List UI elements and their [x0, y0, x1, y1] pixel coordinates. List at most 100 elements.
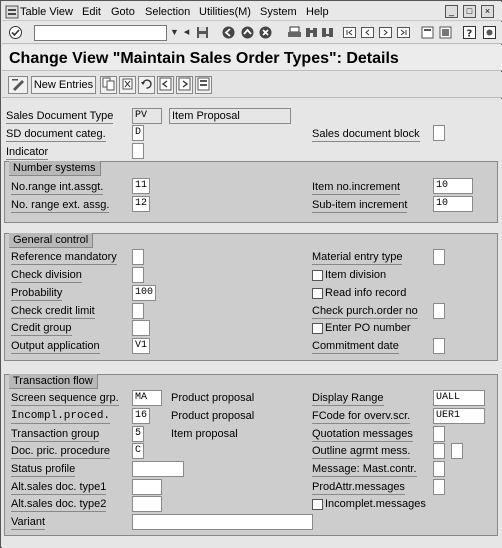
transaction-group-field[interactable]: 5 [132, 426, 144, 442]
menu-selection[interactable]: Selection [145, 6, 190, 18]
save-icon[interactable] [195, 25, 210, 40]
probability-label: Probability [11, 287, 63, 301]
sales-doc-block-label: Sales document block [312, 128, 420, 142]
material-entry-type-label: Material entry type [312, 251, 403, 265]
prodattr-messages-field[interactable] [433, 479, 445, 495]
output-application-field[interactable]: V1 [132, 338, 150, 354]
general-control-title: General control [9, 233, 94, 248]
incompl-proced-description: Product proposal [171, 410, 255, 422]
read-info-record-checkbox[interactable] [312, 288, 323, 299]
sub-item-increment-field[interactable]: 10 [433, 196, 473, 212]
ref-mandatory-field[interactable] [132, 249, 144, 265]
material-entry-type-field[interactable] [433, 249, 445, 265]
next-page-icon[interactable] [378, 25, 393, 40]
menu-help[interactable]: Help [306, 6, 329, 18]
maximize-icon[interactable]: □ [463, 5, 476, 18]
menu-table-view[interactable]: Table View [20, 6, 73, 18]
help-icon[interactable]: ? [462, 25, 477, 40]
item-division-label: Item division [325, 269, 387, 281]
history-icon[interactable]: ◂ [179, 25, 194, 40]
transaction-group-label: Transaction group [11, 428, 100, 442]
outline-agrmt-field-2[interactable] [451, 443, 463, 459]
check-credit-limit-field[interactable] [132, 303, 144, 319]
item-no-increment-field[interactable]: 10 [433, 178, 473, 194]
no-range-ext-field[interactable]: 12 [132, 196, 150, 212]
first-page-icon[interactable] [342, 25, 357, 40]
display-range-label: Display Range [312, 392, 384, 406]
output-application-label: Output application [11, 340, 100, 354]
last-page-icon[interactable] [396, 25, 411, 40]
sales-doc-block-field[interactable] [433, 125, 445, 141]
back-icon[interactable] [221, 25, 236, 40]
alt-sales-type2-field[interactable] [132, 496, 162, 512]
screen-title-bar: Change View "Maintain Sales Order Types"… [2, 45, 502, 71]
variant-field[interactable] [132, 514, 313, 530]
new-entries-button[interactable]: New Entries [31, 76, 96, 94]
doc-pric-procedure-label: Doc. pric. procedure [11, 445, 111, 459]
commitment-date-field[interactable] [433, 338, 445, 354]
indicator-field[interactable] [132, 143, 144, 159]
credit-group-field[interactable] [132, 320, 150, 336]
alt-sales-type1-field[interactable] [132, 479, 162, 495]
shortcut-icon[interactable] [438, 25, 453, 40]
incompl-proced-field[interactable]: 16 [132, 408, 150, 424]
transaction-group-description: Item proposal [171, 428, 238, 440]
undo-change-icon[interactable] [138, 76, 155, 94]
doc-pric-procedure-field[interactable]: C [132, 443, 144, 459]
details-content: Sales Document Type PV Item Proposal SD … [2, 99, 502, 548]
sub-item-increment-label: Sub-item increment [312, 199, 408, 213]
outline-agrmt-label: Outline agrmt mess. [312, 445, 411, 459]
no-range-ext-label: No. range ext. assg. [11, 199, 110, 213]
find-next-icon[interactable] [320, 25, 335, 40]
create-session-icon[interactable] [420, 25, 435, 40]
display-range-field[interactable]: UALL [433, 390, 485, 406]
menu-bar: Table View Edit Goto Selection Utilities… [2, 2, 502, 21]
print-icon[interactable] [287, 25, 302, 40]
copy-as-icon[interactable] [100, 76, 117, 94]
minimize-icon[interactable]: _ [445, 5, 458, 18]
message-mast-contr-field[interactable] [433, 461, 445, 477]
screen-sequence-field[interactable]: MA [132, 390, 162, 406]
message-mast-contr-label: Message: Mast.contr. [312, 463, 417, 477]
customize-layout-icon[interactable] [482, 25, 497, 40]
menu-goto[interactable]: Goto [111, 6, 135, 18]
select-all-icon[interactable] [195, 76, 212, 94]
check-division-field[interactable] [132, 267, 144, 283]
outline-agrmt-field[interactable] [433, 443, 445, 459]
fcode-overview-field[interactable]: UER1 [433, 408, 485, 424]
sap-menu-icon[interactable] [5, 5, 19, 19]
check-purch-order-field[interactable] [433, 303, 445, 319]
incomplet-messages-label: Incomplet.messages [325, 498, 426, 510]
prodattr-messages-label: ProdAttr.messages [312, 481, 405, 495]
close-icon[interactable]: × [481, 5, 494, 18]
delete-icon[interactable] [119, 76, 136, 94]
read-info-record-label: Read info record [325, 287, 407, 299]
menu-edit[interactable]: Edit [82, 6, 101, 18]
previous-page-icon[interactable] [360, 25, 375, 40]
quotation-messages-field[interactable] [433, 426, 445, 442]
incompl-proced-label: Incompl.proced. [11, 410, 111, 424]
no-range-int-field[interactable]: 11 [132, 178, 150, 194]
menu-system[interactable]: System [260, 6, 297, 18]
next-entry-icon[interactable] [176, 76, 193, 94]
status-profile-field[interactable] [132, 461, 184, 477]
probability-field[interactable]: 100 [132, 285, 156, 301]
cancel-icon[interactable] [258, 25, 273, 40]
display-change-icon[interactable] [8, 76, 28, 94]
item-no-increment-label: Item no.increment [312, 181, 401, 195]
command-field[interactable] [34, 25, 167, 41]
item-division-checkbox[interactable] [312, 270, 323, 281]
enter-po-number-label: Enter PO number [325, 322, 411, 334]
exit-icon[interactable] [240, 25, 255, 40]
find-icon[interactable] [304, 25, 319, 40]
enter-icon[interactable] [8, 25, 23, 40]
enter-po-number-checkbox[interactable] [312, 323, 323, 334]
fcode-overview-label: FCode for overv.scr. [312, 410, 411, 424]
previous-entry-icon[interactable] [157, 76, 174, 94]
screen-sequence-label: Screen sequence grp. [11, 392, 119, 406]
menu-utilities[interactable]: Utilities(M) [199, 6, 251, 18]
alt-sales-type1-label: Alt.sales doc. type1 [11, 481, 107, 495]
no-range-int-label: No.range int.assgt. [11, 181, 104, 195]
incomplet-messages-checkbox[interactable] [312, 499, 323, 510]
sd-doc-categ-field[interactable]: D [132, 125, 144, 141]
